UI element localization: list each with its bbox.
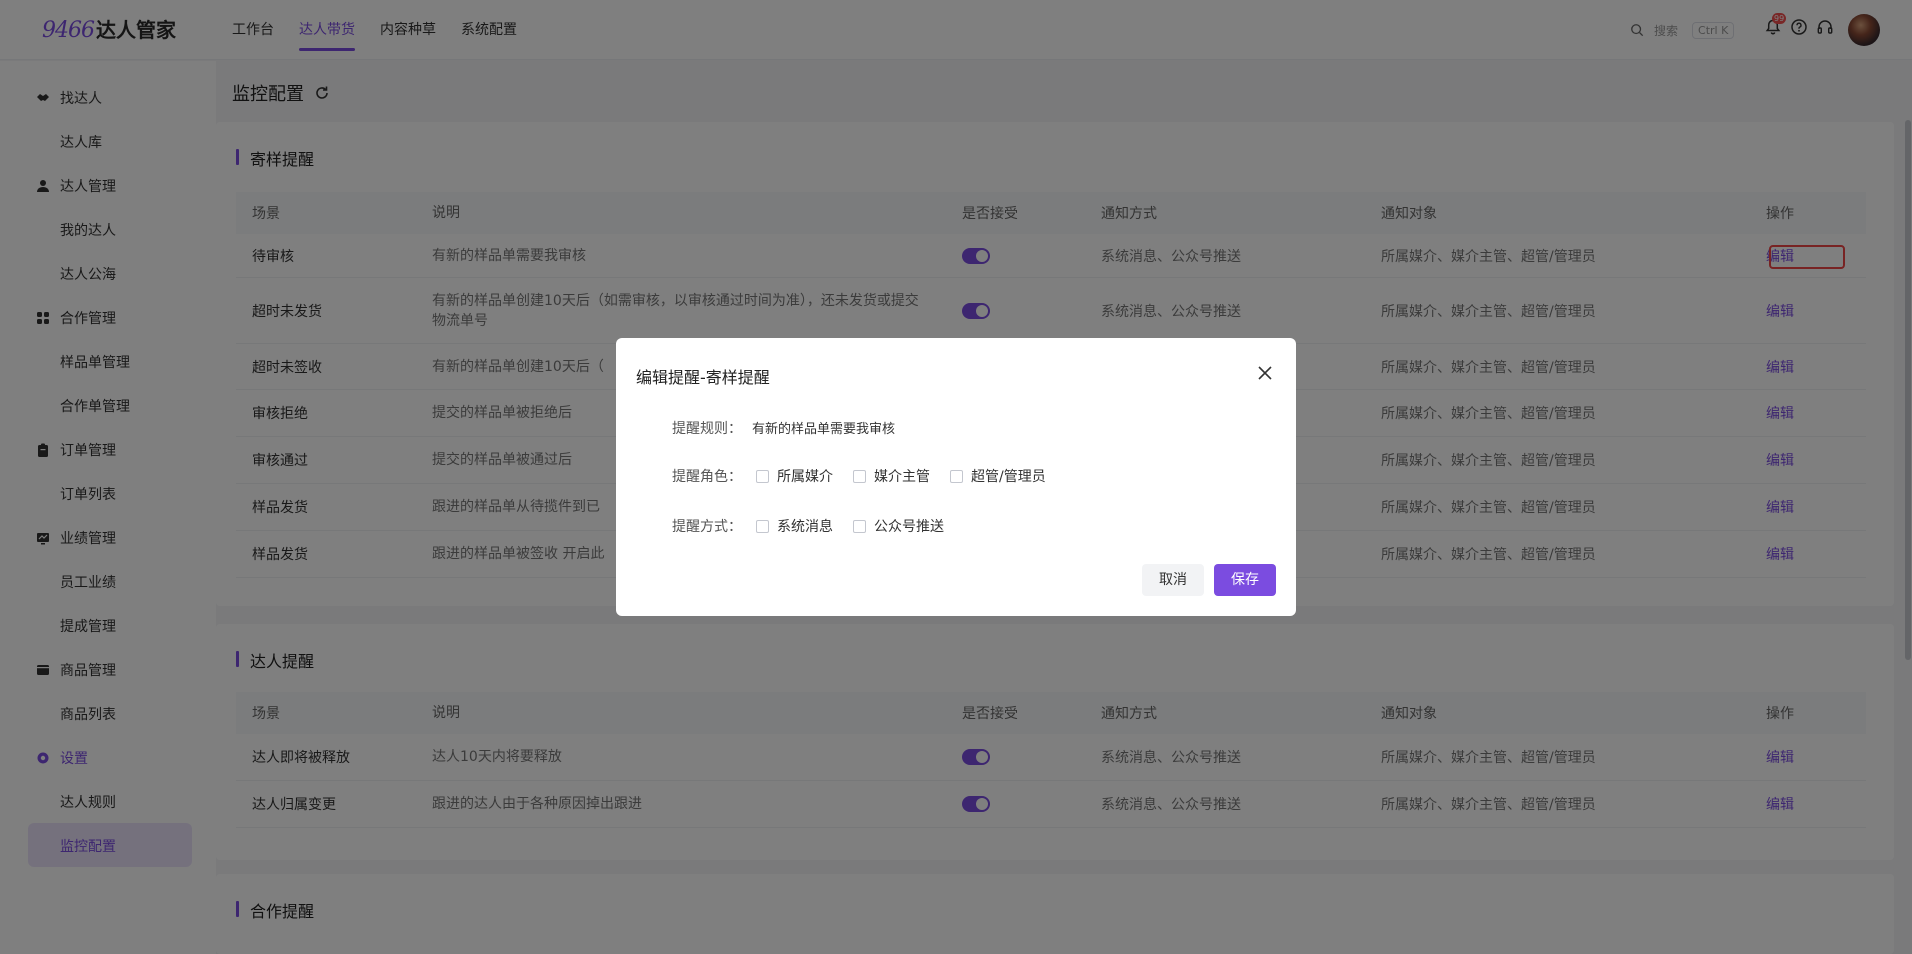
role-checkbox-admin[interactable]: 超管/管理员: [950, 466, 1046, 486]
checkbox-label: 媒介主管: [874, 469, 930, 485]
dialog-title: 编辑提醒-寄样提醒: [636, 368, 770, 387]
rule-value: 有新的样品单需要我审核: [752, 422, 896, 437]
checkbox-label: 超管/管理员: [971, 469, 1046, 485]
checkbox-label: 系统消息: [777, 519, 833, 535]
method-checkbox-group: 系统消息 公众号推送: [756, 516, 964, 536]
checkbox-box: [950, 469, 963, 483]
save-button[interactable]: 保存: [1214, 564, 1276, 596]
method-checkbox-system[interactable]: 系统消息: [756, 516, 833, 536]
role-checkbox-group: 所属媒介 媒介主管 超管/管理员: [756, 466, 1066, 486]
checkbox-label: 所属媒介: [777, 469, 833, 485]
close-icon[interactable]: [1256, 364, 1274, 382]
checkbox-box: [853, 469, 866, 483]
method-checkbox-official-account[interactable]: 公众号推送: [853, 516, 944, 536]
checkbox-box: [756, 469, 769, 483]
checkbox-box: [853, 519, 866, 533]
checkbox-box: [756, 519, 769, 533]
role-checkbox-media-supervisor[interactable]: 媒介主管: [853, 466, 930, 486]
method-label: 提醒方式：: [672, 519, 742, 535]
rule-label: 提醒规则：: [672, 421, 742, 437]
role-label: 提醒角色：: [672, 469, 742, 485]
edit-reminder-dialog: 编辑提醒-寄样提醒 提醒规则： 有新的样品单需要我审核 提醒角色： 所属媒介 媒…: [616, 338, 1296, 616]
checkbox-label: 公众号推送: [874, 519, 944, 535]
cancel-button[interactable]: 取消: [1142, 564, 1204, 596]
role-checkbox-media[interactable]: 所属媒介: [756, 466, 833, 486]
